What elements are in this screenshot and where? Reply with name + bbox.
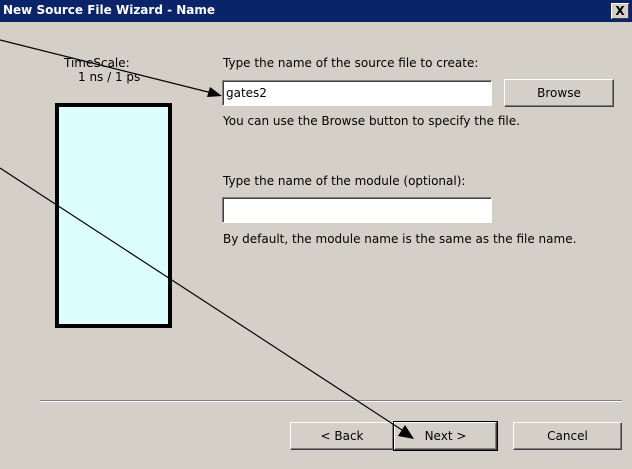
cancel-button[interactable]: Cancel <box>513 422 622 450</box>
module-preview-box <box>55 103 172 328</box>
browse-button[interactable]: Browse <box>504 79 614 107</box>
file-name-label: Type the name of the source file to crea… <box>223 56 479 70</box>
next-button[interactable]: Next > <box>393 421 498 451</box>
back-button[interactable]: < Back <box>290 422 394 450</box>
title-bar: New Source File Wizard - Name X <box>0 0 632 22</box>
file-hint: You can use the Browse button to specify… <box>223 114 520 128</box>
module-name-input[interactable] <box>222 197 492 223</box>
timescale-value: 1 ns / 1 ps <box>78 70 141 84</box>
footer-separator-highlight <box>40 401 622 402</box>
module-name-label: Type the name of the module (optional): <box>223 174 466 188</box>
window-title: New Source File Wizard - Name <box>3 3 216 17</box>
arrow-to-file-input-head <box>207 87 222 97</box>
file-name-input[interactable] <box>222 80 492 106</box>
module-hint: By default, the module name is the same … <box>223 232 577 246</box>
timescale-label: TimeScale: <box>64 56 130 70</box>
close-icon[interactable]: X <box>611 3 629 19</box>
